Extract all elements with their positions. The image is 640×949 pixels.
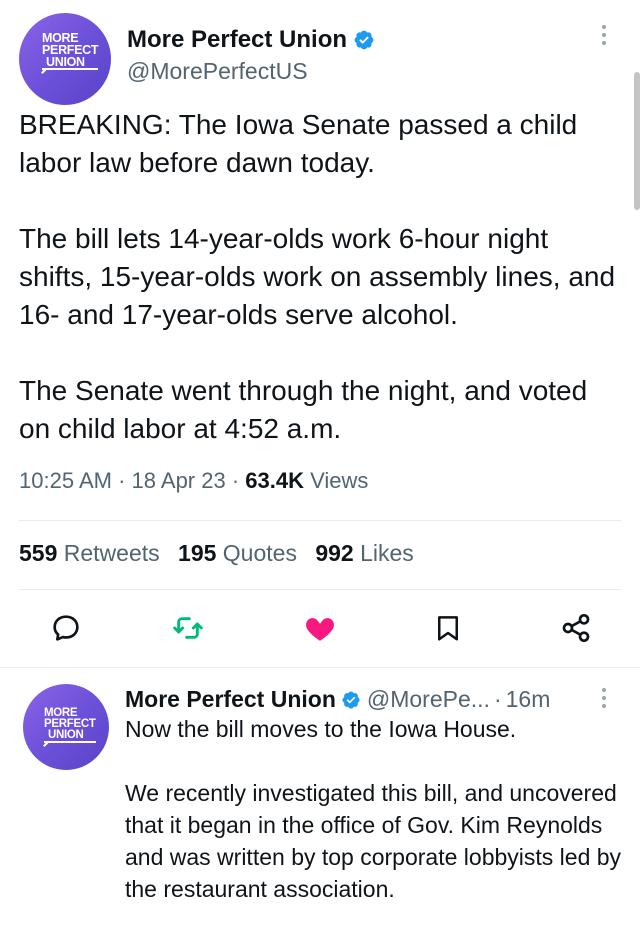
tweet-separator: [0, 667, 640, 668]
handle[interactable]: @MorePe...: [367, 686, 490, 713]
likes-stat[interactable]: 992 Likes: [315, 540, 413, 566]
engagement-stats: 559 Retweets 195 Quotes 992 Likes: [19, 540, 426, 567]
avatar-logo: MORE PERFECT UNION: [44, 707, 96, 743]
tweet-text: Now the bill moves to the Iowa House. We…: [125, 716, 628, 902]
views-label: Views: [310, 468, 369, 493]
reply-header: More Perfect Union @MorePe... · 16m: [125, 686, 551, 713]
verified-badge-icon: [342, 690, 360, 709]
tweet-meta: 10:25 AM · 18 Apr 23 · 63.4K Views: [19, 468, 369, 493]
display-name[interactable]: More Perfect Union: [127, 26, 347, 54]
handle[interactable]: @MorePerfectUS: [127, 58, 308, 85]
display-name[interactable]: More Perfect Union: [125, 686, 336, 713]
retweet-icon[interactable]: [168, 606, 208, 650]
bookmark-icon[interactable]: [428, 606, 468, 650]
reply-icon[interactable]: [46, 606, 86, 650]
tweet-text: BREAKING: The Iowa Senate passed a child…: [19, 109, 623, 444]
share-icon[interactable]: [556, 606, 596, 650]
more-vertical-icon[interactable]: [600, 25, 608, 49]
quotes-stat[interactable]: 195 Quotes: [178, 540, 297, 566]
tweet-time[interactable]: 16m: [506, 686, 551, 713]
views-count: 63.4K: [245, 468, 305, 493]
avatar-logo: MORE PERFECT UNION: [42, 31, 99, 70]
like-icon[interactable]: [300, 606, 340, 650]
avatar[interactable]: MORE PERFECT UNION: [23, 684, 109, 770]
author-row: More Perfect Union: [127, 26, 375, 54]
retweets-stat[interactable]: 559 Retweets: [19, 540, 160, 566]
action-bar: [0, 606, 640, 650]
divider: [19, 589, 621, 590]
avatar[interactable]: MORE PERFECT UNION: [19, 13, 111, 105]
tweet-time[interactable]: 10:25 AM: [19, 468, 112, 493]
divider: [19, 520, 621, 521]
verified-badge-icon: [354, 30, 374, 50]
tweet-date[interactable]: 18 Apr 23: [132, 468, 226, 493]
more-vertical-icon[interactable]: [600, 688, 608, 712]
scrollbar[interactable]: [634, 72, 640, 210]
